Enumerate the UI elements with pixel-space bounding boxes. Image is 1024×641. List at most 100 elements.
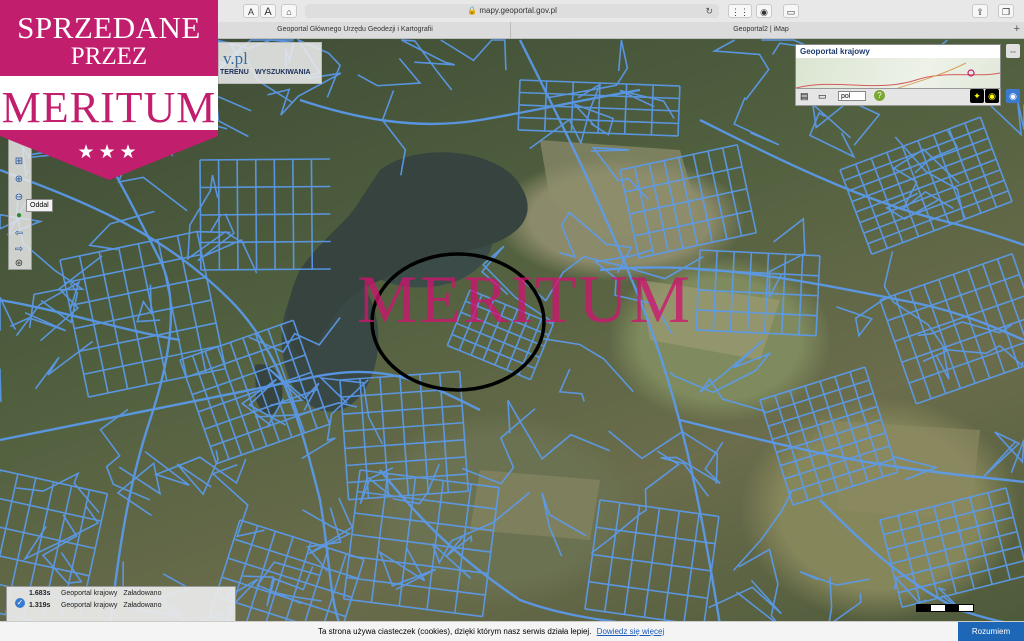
parcel-boundary	[898, 559, 1024, 594]
parcel-boundary	[887, 516, 1014, 550]
parcel-boundary	[359, 378, 370, 499]
checkmark-icon: ✓	[15, 598, 25, 608]
cookie-message: Ta strona używa ciasteczek (cookies), dz…	[318, 622, 664, 641]
parcel-boundary	[197, 213, 258, 274]
home-icon[interactable]: ⌂	[281, 4, 297, 18]
parcel-boundary	[843, 126, 985, 182]
map-tool-icon[interactable]: ⇔	[1006, 44, 1020, 58]
parcel-boundary	[83, 344, 221, 376]
cookie-banner: Ta strona używa ciasteczek (cookies), dz…	[0, 621, 1024, 641]
parcel-boundary	[200, 268, 331, 271]
parcel-boundary	[855, 158, 997, 213]
parcel-boundary	[733, 490, 793, 571]
load-status-panel: ✓ 1.683s Geoportal krajowy Załadowano 1.…	[6, 586, 236, 622]
field	[820, 420, 980, 520]
lock-icon: 🔒	[467, 6, 478, 15]
parcel-boundary	[200, 185, 331, 189]
ribbon-line-sprzedane: SPRZEDANE	[17, 10, 201, 45]
parcel-boundary	[937, 279, 976, 384]
parcel-boundary	[233, 538, 359, 580]
parcel-boundary	[558, 368, 585, 402]
new-tab-icon[interactable]: +	[1014, 23, 1020, 35]
status-state: Załadowano	[123, 590, 162, 597]
parcel-boundary	[418, 374, 430, 495]
forward-arrow-icon[interactable]: ⇨	[12, 243, 26, 257]
ribbon-line-meritum: MERITUM	[1, 83, 217, 132]
parcel-boundary	[923, 284, 962, 389]
measure-icon[interactable]: ⊛	[12, 257, 26, 271]
parcel-boundary	[0, 497, 102, 522]
layers-icon[interactable]: ◉	[1006, 89, 1020, 103]
parcel-boundary	[894, 545, 1021, 579]
cookie-text: Ta strona używa ciasteczek (cookies), dz…	[318, 627, 592, 636]
text-smaller-button[interactable]: A	[243, 4, 259, 18]
parcel-boundary	[799, 571, 870, 586]
parcel-boundary	[733, 97, 780, 146]
overview-title: Geoportal krajowy	[796, 45, 1000, 58]
status-row: 1.319s Geoportal krajowy Załadowano	[29, 600, 161, 612]
ghostery-icon[interactable]: ◉	[756, 4, 772, 18]
parcel-boundary	[979, 116, 1013, 202]
parcel-boundary	[69, 276, 207, 307]
status-time: 1.683s	[29, 590, 51, 597]
parcel-boundary	[863, 179, 1005, 234]
parcel-boundary	[708, 579, 782, 615]
parcel-boundary	[871, 200, 1013, 255]
globe-icon[interactable]: ●	[12, 209, 26, 223]
parcel-boundary	[357, 57, 422, 87]
parcel-boundary	[967, 268, 1006, 374]
zoom-out-icon[interactable]: ⊖	[12, 191, 26, 205]
parcel-boundary	[41, 514, 83, 585]
parcel-boundary	[78, 322, 217, 353]
parcel-boundary	[879, 299, 918, 405]
parcel-boundary	[399, 375, 410, 496]
parcel-boundary	[451, 333, 536, 370]
cookie-accept-button[interactable]: Rozumiem	[958, 622, 1024, 641]
parcel-boundary	[768, 217, 806, 298]
share-icon[interactable]: ⇪	[972, 4, 988, 18]
parcel-boundary	[0, 368, 2, 402]
parcel-boundary	[811, 101, 852, 139]
legend-icon[interactable]: ▤	[800, 91, 809, 102]
road-line	[0, 370, 481, 442]
status-state: Załadowano	[123, 602, 162, 609]
language-select[interactable]: pol	[838, 91, 866, 101]
parcel-boundary	[540, 337, 634, 393]
extensions-icon[interactable]: ⋮⋮	[728, 4, 752, 18]
status-source: Geoportal krajowy	[60, 590, 118, 597]
parcel-boundary	[759, 366, 866, 401]
eye-toggle-icon[interactable]: ✦	[970, 89, 984, 103]
parcel-boundary	[890, 530, 1018, 565]
parcel-boundary	[839, 169, 873, 255]
status-source: Geoportal krajowy	[60, 602, 118, 609]
ribbon-line-przez: PRZEZ	[70, 43, 148, 70]
help-icon[interactable]: ?	[874, 90, 885, 101]
address-bar[interactable]: 🔒 mapy.geoportal.gov.pl ↻	[305, 4, 719, 18]
parcel-boundary	[619, 89, 675, 119]
parcel-boundary	[401, 39, 455, 91]
parcel-boundary	[839, 116, 981, 171]
print-map-icon[interactable]: ▭	[818, 91, 827, 102]
menu-item-terenu[interactable]: TERENU	[220, 69, 249, 76]
parcel-boundary	[200, 240, 331, 244]
parcel-boundary	[736, 144, 758, 233]
parcel-boundary	[901, 318, 1024, 364]
view-icon[interactable]: ◉	[985, 89, 999, 103]
parcel-boundary	[548, 39, 629, 99]
parcel-boundary	[342, 559, 365, 625]
tab-geoportal-gugik[interactable]: Geoportal Głównego Urzędu Geodezji i Kar…	[200, 22, 510, 38]
status-row: 1.683s Geoportal krajowy Załadowano	[29, 588, 161, 600]
tabs-overview-icon[interactable]: ❐	[998, 4, 1014, 18]
print-icon[interactable]: ▭	[783, 4, 799, 18]
back-arrow-icon[interactable]: ⇦	[12, 227, 26, 241]
parcel-boundary	[10, 311, 66, 332]
tab-geoportal-imap[interactable]: Geoportal2 | iMap	[510, 22, 1011, 38]
cookie-more-link[interactable]: Dowiedz się więcej	[597, 627, 665, 636]
parcel-boundary	[859, 169, 1001, 224]
menu-item-wyszukiwania[interactable]: WYSZUKIWANIA	[255, 69, 311, 76]
parcel-boundary	[893, 576, 927, 604]
status-time: 1.319s	[29, 602, 51, 609]
reload-icon[interactable]: ↻	[705, 4, 713, 18]
text-larger-button[interactable]: A	[260, 4, 276, 18]
ribbon-stars: ★★★	[77, 142, 141, 163]
